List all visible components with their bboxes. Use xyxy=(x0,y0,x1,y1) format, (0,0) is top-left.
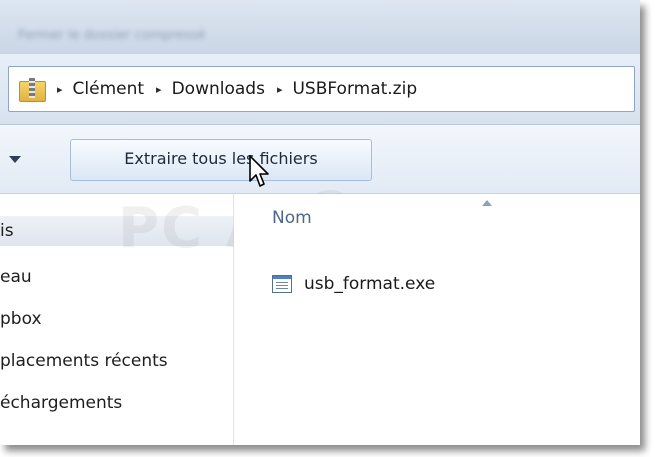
chevron-right-icon[interactable]: ▸ xyxy=(156,83,162,96)
file-row[interactable]: usb_format.exe xyxy=(272,272,435,296)
address-bar-area: ▸ Clément ▸ Downloads ▸ USBFormat.zip xyxy=(0,54,640,125)
organize-dropdown-icon[interactable] xyxy=(9,156,21,163)
title-bar: Fermer le dossier compressé xyxy=(0,0,640,54)
breadcrumb-item[interactable]: Downloads xyxy=(172,79,265,99)
address-bar[interactable]: ▸ Clément ▸ Downloads ▸ USBFormat.zip xyxy=(8,66,635,112)
command-bar: Extraire tous les fichiers xyxy=(0,125,640,194)
zip-folder-icon xyxy=(19,78,46,102)
column-header-name[interactable]: Nom xyxy=(272,208,312,228)
nav-item-downloads[interactable]: échargements xyxy=(0,388,233,418)
nav-item-label: placements récents xyxy=(0,351,168,371)
nav-item-label: échargements xyxy=(0,393,123,413)
chevron-right-icon[interactable]: ▸ xyxy=(277,83,283,96)
nav-item-recent-places[interactable]: placements récents xyxy=(0,346,233,376)
file-list: Nom usb_format.exe xyxy=(234,194,640,445)
file-name: usb_format.exe xyxy=(304,274,436,294)
chevron-right-icon[interactable]: ▸ xyxy=(57,83,63,96)
nav-item-desktop[interactable]: eau xyxy=(0,262,233,292)
nav-item-label: eau xyxy=(0,267,32,287)
extract-all-button[interactable]: Extraire tous les fichiers xyxy=(70,139,372,181)
window-title: Fermer le dossier compressé xyxy=(18,28,206,43)
explorer-window: Fermer le dossier compressé ▸ Clément ▸ … xyxy=(0,0,640,445)
nav-item-label: is xyxy=(0,221,14,241)
nav-item-label: pbox xyxy=(0,309,42,329)
executable-icon xyxy=(272,275,292,293)
breadcrumb-item[interactable]: USBFormat.zip xyxy=(292,79,417,99)
nav-item-dropbox[interactable]: pbox xyxy=(0,304,233,334)
breadcrumb-item[interactable]: Clément xyxy=(73,79,145,99)
sort-ascending-icon xyxy=(482,200,492,206)
mouse-cursor-icon xyxy=(249,155,269,187)
